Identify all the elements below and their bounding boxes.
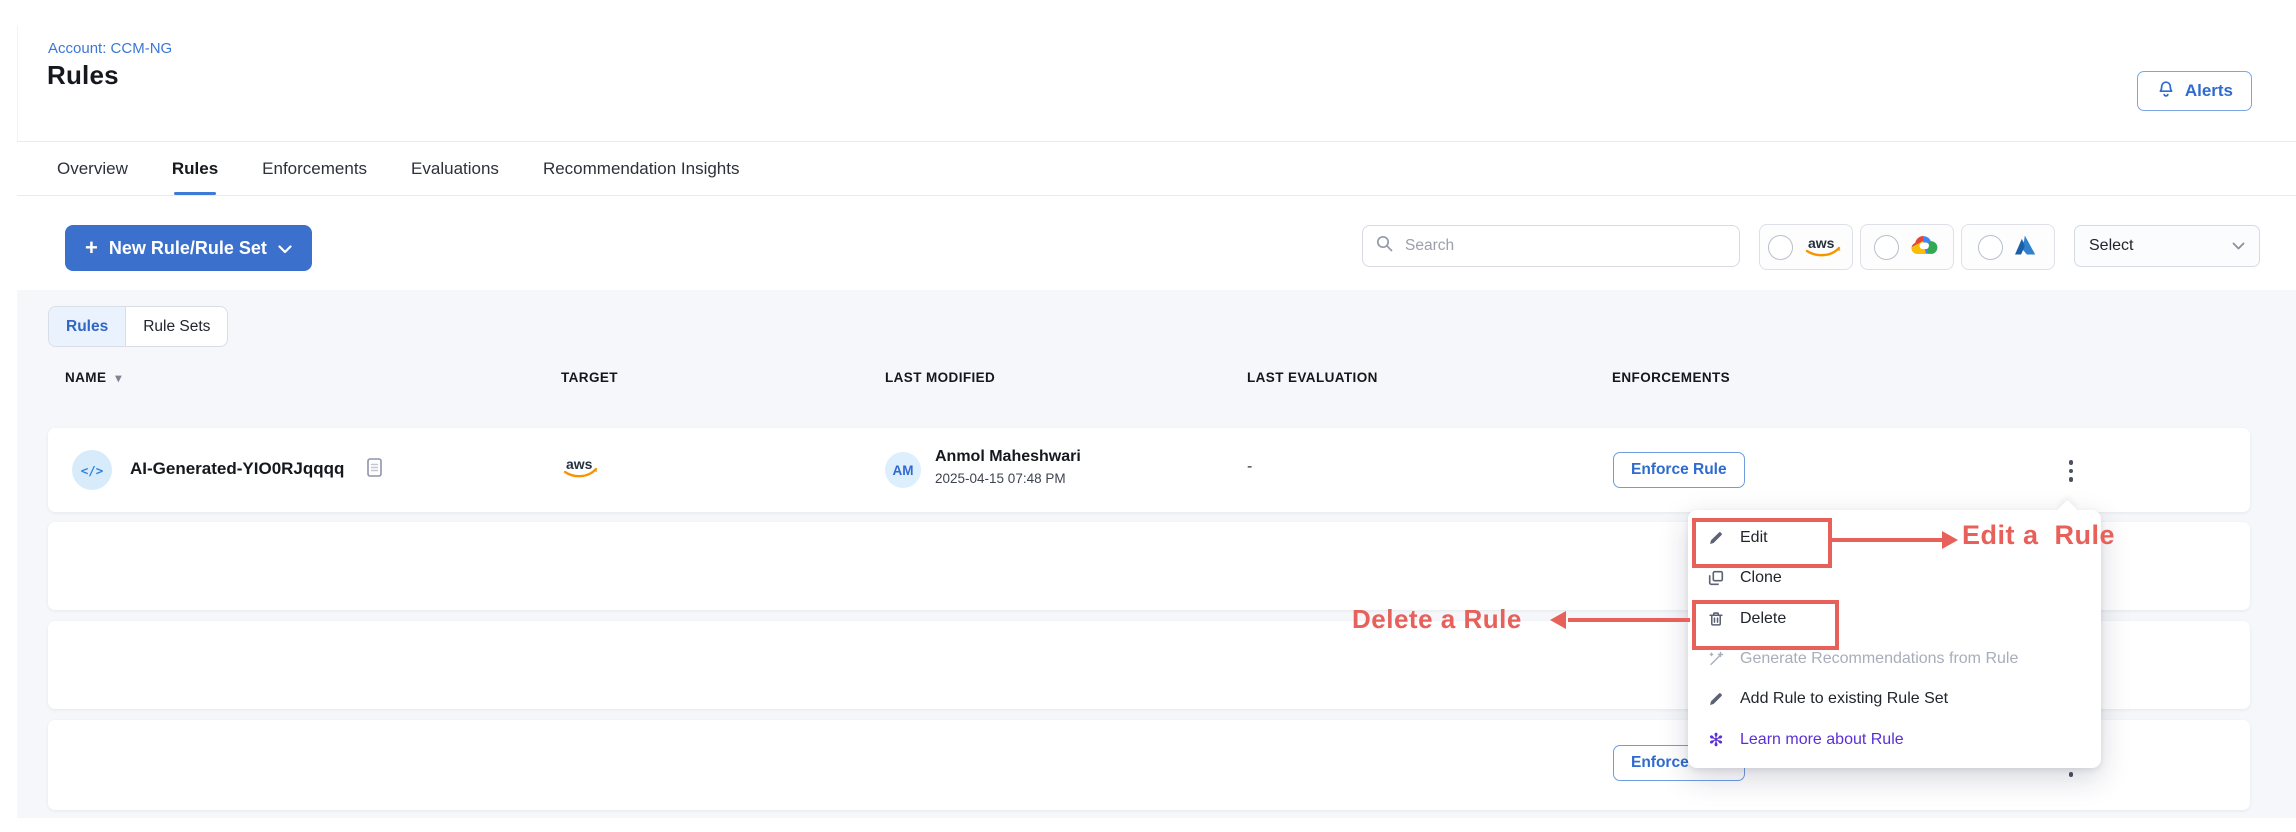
table-row[interactable]: </> AI-Generated-YIO0RJqqqq aws AM Anmol… — [48, 428, 2250, 512]
modified-by: Anmol Maheshwari — [935, 448, 1081, 466]
select-dropdown[interactable]: Select — [2074, 225, 2260, 267]
column-header-target: TARGET — [561, 370, 618, 385]
breadcrumb-account-link[interactable]: Account: CCM-NG — [48, 40, 172, 57]
radio-icon — [1978, 235, 2003, 260]
tabs-bar: Overview Rules Enforcements Evaluations … — [17, 141, 2296, 196]
last-evaluation-value: - — [1247, 458, 1252, 476]
tab-evaluations[interactable]: Evaluations — [411, 142, 499, 195]
chevron-down-icon — [278, 238, 292, 259]
page-title: Rules — [47, 60, 119, 91]
annotation-arrowhead-edit — [1942, 531, 1958, 549]
target-aws-logo-icon: aws — [561, 454, 601, 487]
provider-filter-azure[interactable] — [1961, 224, 2055, 270]
column-header-last-modified: LAST MODIFIED — [885, 370, 995, 385]
ai-flower-icon: ✻ — [1706, 731, 1726, 749]
menu-item-add-to-rule-set[interactable]: Add Rule to existing Rule Set — [1688, 679, 2101, 719]
tab-rules[interactable]: Rules — [172, 142, 218, 195]
menu-item-learn-more[interactable]: ✻ Learn more about Rule — [1688, 719, 2101, 759]
aws-logo-icon: aws — [1802, 234, 1844, 260]
user-avatar: AM — [885, 452, 921, 488]
new-rule-button[interactable]: + New Rule/Rule Set — [65, 225, 312, 271]
toggle-rules[interactable]: Rules — [49, 307, 126, 346]
alerts-button[interactable]: Alerts — [2137, 71, 2252, 111]
rules-page: Account: CCM-NG Rules Alerts Overview Ru… — [0, 0, 2296, 832]
gcp-logo-icon — [1908, 232, 1940, 263]
radio-icon — [1768, 235, 1793, 260]
azure-logo-icon — [2012, 233, 2038, 262]
annotation-arrow-delete — [1568, 618, 1690, 622]
copy-document-icon[interactable] — [365, 456, 384, 484]
provider-filter-aws[interactable]: aws — [1759, 224, 1853, 270]
rule-avatar: </> — [72, 450, 112, 490]
alerts-label: Alerts — [2185, 81, 2233, 101]
modified-date: 2025-04-15 07:48 PM — [935, 471, 1066, 486]
search-input[interactable] — [1403, 236, 1727, 256]
column-header-name[interactable]: NAME ▾ — [65, 370, 122, 385]
column-header-last-evaluation: LAST EVALUATION — [1247, 370, 1378, 385]
sparkles-icon — [1706, 650, 1726, 668]
tab-enforcements[interactable]: Enforcements — [262, 142, 367, 195]
search-box — [1362, 225, 1740, 267]
annotation-box-edit — [1692, 518, 1832, 568]
plus-icon: + — [85, 237, 98, 259]
sort-down-icon: ▾ — [115, 371, 121, 385]
annotation-arrow-edit — [1832, 538, 1944, 542]
rule-name[interactable]: AI-Generated-YIO0RJqqqq — [130, 459, 344, 479]
annotation-arrowhead-delete — [1550, 611, 1566, 629]
aws-logo-text: aws — [1808, 235, 1835, 251]
new-rule-label: New Rule/Rule Set — [109, 238, 267, 259]
toggle-rule-sets[interactable]: Rule Sets — [126, 307, 227, 346]
code-icon: </> — [81, 463, 104, 478]
view-toggle: Rules Rule Sets — [48, 306, 228, 347]
chevron-down-icon — [2232, 237, 2245, 255]
column-header-enforcements: ENFORCEMENTS — [1612, 370, 1730, 385]
enforce-rule-button[interactable]: Enforce Rule — [1613, 452, 1745, 488]
annotation-box-delete — [1692, 600, 1839, 650]
select-value: Select — [2089, 237, 2133, 255]
search-icon — [1375, 234, 1394, 258]
provider-filter-gcp[interactable] — [1860, 224, 1954, 270]
toolbar: + New Rule/Rule Set aws — [17, 196, 2296, 291]
bell-icon — [2156, 79, 2176, 104]
tab-recommendation-insights[interactable]: Recommendation Insights — [543, 142, 740, 195]
tab-overview[interactable]: Overview — [57, 142, 128, 195]
radio-icon — [1874, 235, 1899, 260]
pencil-icon — [1706, 690, 1726, 708]
annotation-label-delete: Delete a Rule — [1352, 604, 1522, 635]
row-menu-kebab-icon[interactable] — [2062, 455, 2080, 487]
svg-text:aws: aws — [566, 456, 593, 472]
clone-icon — [1706, 569, 1726, 587]
annotation-label-edit: Edit a Rule — [1962, 520, 2115, 551]
